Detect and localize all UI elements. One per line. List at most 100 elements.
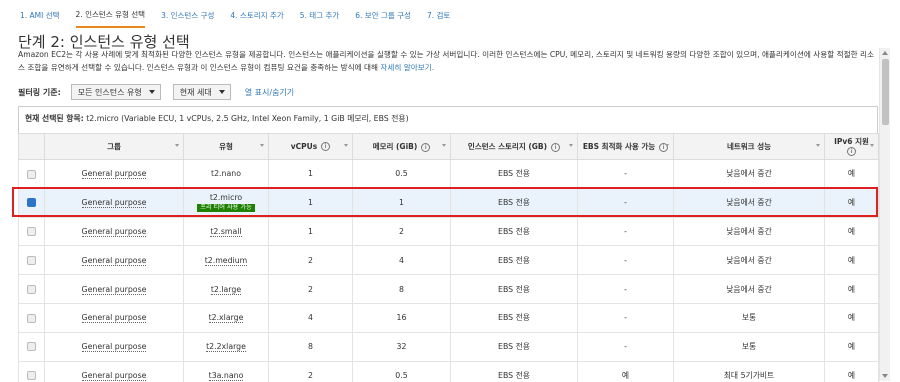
vcpus-cell: 8 [268,331,353,362]
chevron-down-icon [218,90,225,94]
free-tier-badge: 프리 티어 사용 가능 [197,204,255,213]
ebs-optimized-cell: - [577,274,674,304]
type-cell: t2.nano [183,159,269,189]
info-icon[interactable]: i [551,142,561,152]
family-cell: General purpose [44,187,184,218]
wizard-steps: 1. AMI 선택 2. 인스턴스 유형 선택 3. 인스턴스 구성 4. 스토… [0,0,900,28]
row-checkbox[interactable] [27,256,36,266]
scroll-down-icon[interactable] [882,374,888,378]
toggle-columns-link[interactable]: 열 표시/숨기기 [245,87,294,98]
type-cell: t2.medium [183,245,269,276]
memory-cell: 0.5 [352,159,451,189]
row-select-cell[interactable] [18,187,45,218]
vcpus-column-header[interactable]: vCPUs i [268,133,353,160]
type-column-header[interactable]: 유형 [183,133,269,160]
scroll-up-icon[interactable] [882,51,888,55]
storage-column-header[interactable]: 인스턴스 스토리지 (GB) i [450,133,578,160]
network-column-header[interactable]: 네트워크 성능 [673,133,825,160]
row-checkbox[interactable] [27,227,36,237]
ipv6-column-header[interactable]: IPv6 지원 i [824,133,879,160]
vertical-scrollbar[interactable] [879,48,890,381]
table-row[interactable]: General purpose t2.small 1 2 EBS 전용 - 낮음… [18,216,879,247]
ebs-optimized-cell: - [577,159,674,189]
filter-bar: 필터링 기준: 모든 인스턴스 유형 현재 세대 열 표시/숨기기 [18,84,294,100]
chevron-down-icon [148,90,155,94]
storage-cell: EBS 전용 [450,245,578,276]
ipv6-cell: 예 [824,274,879,304]
row-checkbox[interactable] [27,284,36,294]
network-cell: 보통 [673,302,825,333]
row-select-cell[interactable] [18,245,45,276]
row-select-cell[interactable] [18,274,45,304]
sort-icon [442,144,446,147]
family-cell: General purpose [44,360,184,382]
instance-type-filter-value: 모든 인스턴스 유형 [77,87,142,97]
ebs-optimized-column-header[interactable]: EBS 최적화 사용 가능 i [577,133,674,160]
table-row[interactable]: General purpose t2.medium 2 4 EBS 전용 - 낮… [18,245,879,276]
row-checkbox[interactable] [27,371,36,381]
ipv6-cell: 예 [824,245,879,276]
row-checkbox[interactable] [27,342,36,352]
row-select-cell[interactable] [18,302,45,333]
ipv6-cell: 예 [824,331,879,362]
family-cell: General purpose [44,331,184,362]
step-ami[interactable]: 1. AMI 선택 [20,2,60,27]
instance-type-filter-select[interactable]: 모든 인스턴스 유형 [70,84,161,100]
table-header-row: 그룹 유형 vCPUs i 메모리 (GiB) i 인스턴스 스토리지 (GB) i … [18,133,879,160]
filter-label: 필터링 기준: [18,87,61,97]
instance-types-table: 그룹 유형 vCPUs i 메모리 (GiB) i 인스턴스 스토리지 (GB) i … [18,133,879,382]
sort-icon [569,144,573,147]
memory-cell: 0.5 [352,360,451,382]
generation-filter-value: 현재 세대 [179,87,212,97]
description-text: Amazon EC2는 각 사용 사례에 맞게 최적화된 다양한 인스턴스 유형… [18,50,874,72]
ipv6-cell: 예 [824,216,879,247]
table-row[interactable]: General purpose t2.xlarge 4 16 EBS 전용 - … [18,302,879,333]
memory-cell: 2 [352,216,451,247]
info-icon[interactable]: i [421,142,431,152]
row-select-cell[interactable] [18,216,45,247]
row-select-cell[interactable] [18,159,45,189]
step-storage[interactable]: 4. 스토리지 추가 [230,2,283,27]
step-instance-type[interactable]: 2. 인스턴스 유형 선택 [75,1,146,28]
type-cell: t2.2xlarge [183,331,269,362]
row-checkbox[interactable] [27,313,36,323]
vcpus-cell: 1 [268,159,353,189]
network-cell: 낮음에서 중간 [673,274,825,304]
network-cell: 낮음에서 중간 [673,159,825,189]
info-icon[interactable]: i [847,147,856,156]
storage-cell: EBS 전용 [450,159,578,189]
ipv6-cell: 예 [824,360,879,382]
info-icon[interactable]: i [321,142,331,152]
step-configure[interactable]: 3. 인스턴스 구성 [161,2,214,27]
family-column-header[interactable]: 그룹 [44,133,184,160]
table-row[interactable]: General purpose t2.2xlarge 8 32 EBS 전용 -… [18,331,879,362]
memory-cell: 1 [352,187,451,218]
page-description: Amazon EC2는 각 사용 사례에 맞게 최적화된 다양한 인스턴스 유형… [18,49,880,74]
vcpus-cell: 4 [268,302,353,333]
table-row[interactable]: General purpose t3a.nano 2 0.5 EBS 전용 예 … [18,360,879,382]
scrollbar-thumb[interactable] [882,59,889,125]
family-cell: General purpose [44,302,184,333]
ebs-optimized-cell: - [577,245,674,276]
memory-column-header[interactable]: 메모리 (GiB) i [352,133,451,160]
step-security-group[interactable]: 6. 보안 그룹 구성 [355,2,411,27]
ipv6-cell: 예 [824,159,879,189]
table-row-selected[interactable]: General purpose t2.micro 프리 티어 사용 가능 1 1 … [18,187,879,218]
row-checkbox[interactable] [27,169,36,179]
network-cell: 낮음에서 중간 [673,216,825,247]
row-checkbox-checked[interactable] [27,198,36,208]
step-tags[interactable]: 5. 태그 추가 [300,2,340,27]
table-row[interactable]: General purpose t2.large 2 8 EBS 전용 - 낮음… [18,274,879,304]
network-cell: 최대 5기가비트 [673,360,825,382]
learn-more-link[interactable]: 자세히 알아보기. [380,63,434,72]
step-review[interactable]: 7. 검토 [427,2,450,27]
table-row[interactable]: General purpose t2.nano 1 0.5 EBS 전용 - 낮… [18,159,879,189]
storage-cell: EBS 전용 [450,216,578,247]
sort-icon [816,144,820,147]
ipv6-cell: 예 [824,302,879,333]
row-select-cell[interactable] [18,360,45,382]
family-cell: General purpose [44,274,184,304]
vcpus-cell: 1 [268,187,353,218]
row-select-cell[interactable] [18,331,45,362]
generation-filter-select[interactable]: 현재 세대 [172,84,231,100]
